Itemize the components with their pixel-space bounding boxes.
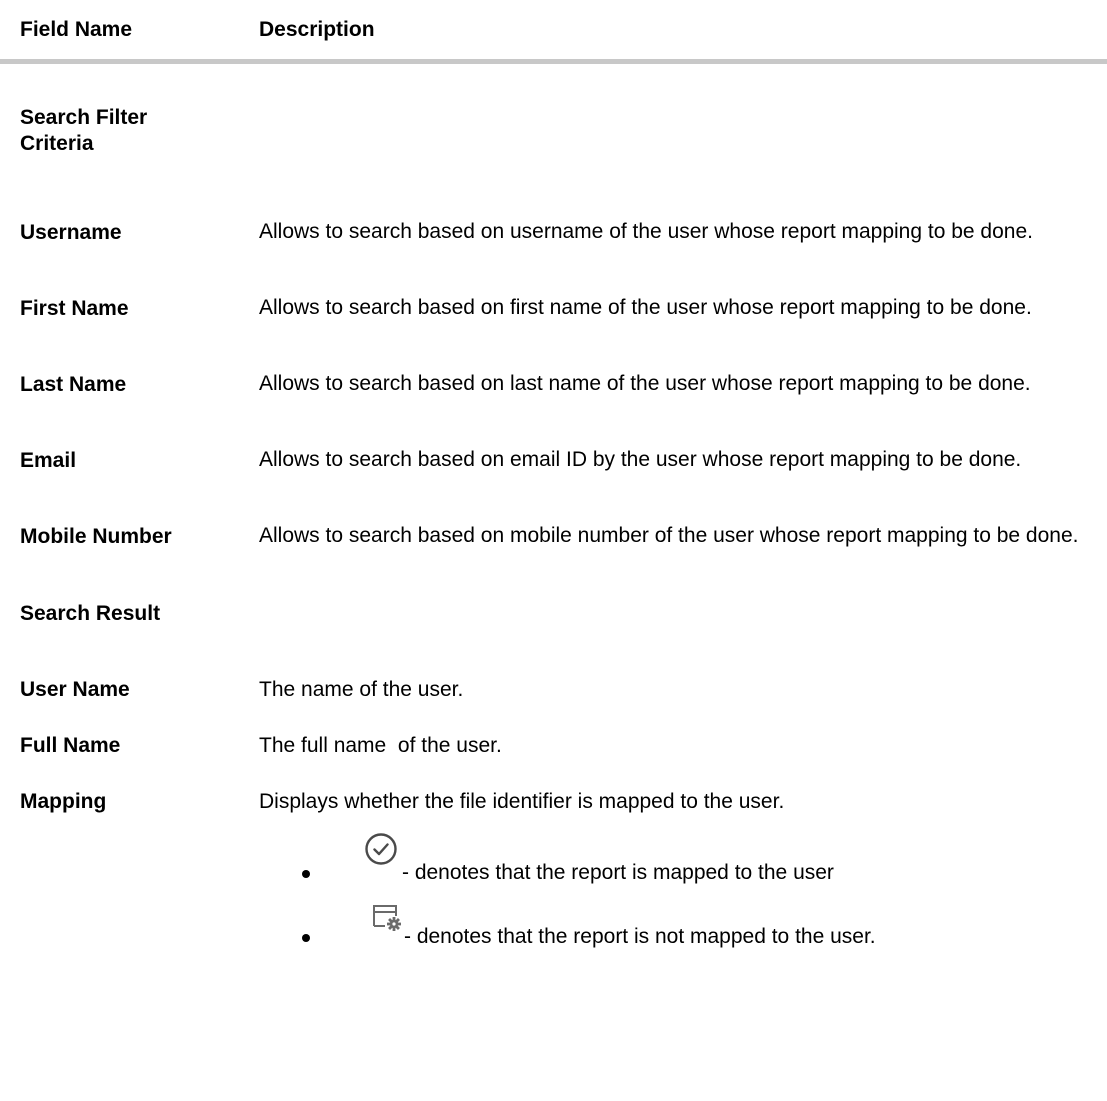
bullet-dot	[302, 870, 310, 878]
header-divider	[0, 59, 1107, 64]
field-username: Username	[20, 221, 122, 244]
mapping-bullet-mapped-text: - denotes that the report is mapped to t…	[402, 861, 834, 884]
field-name-header: Field Name	[20, 18, 133, 41]
description-last-name: Allows to search based on last name of t…	[259, 372, 1031, 395]
description-username: Allows to search based on username of th…	[259, 220, 1033, 243]
field-user-name: User Name	[20, 678, 130, 701]
field-mapping: Mapping	[20, 790, 107, 813]
field-full-name: Full Name	[20, 734, 121, 757]
window-gear-icon	[372, 904, 404, 940]
field-email: Email	[20, 449, 77, 472]
field-mobile-number: Mobile Number	[20, 525, 172, 548]
bullet-dot	[302, 934, 310, 942]
field-first-name: First Name	[20, 297, 129, 320]
check-circle-icon	[364, 832, 398, 872]
description-email: Allows to search based on email ID by th…	[259, 448, 1022, 471]
section-search-result: Search Result	[20, 602, 161, 625]
description-user-name: The name of the user.	[259, 678, 464, 701]
description-mapping: Displays whether the file identifier is …	[259, 790, 785, 813]
table-header: Field Name Description	[0, 0, 1107, 66]
mapping-bullet-not-mapped-text: - denotes that the report is not mapped …	[404, 925, 876, 948]
description-full-name: The full name of the user.	[259, 734, 502, 757]
description-mobile-number: Allows to search based on mobile number …	[259, 524, 1079, 547]
field-last-name: Last Name	[20, 373, 127, 396]
section-search-filter-criteria: Search Filter Criteria	[20, 106, 148, 155]
description-header: Description	[259, 18, 375, 41]
description-first-name: Allows to search based on first name of …	[259, 296, 1032, 319]
